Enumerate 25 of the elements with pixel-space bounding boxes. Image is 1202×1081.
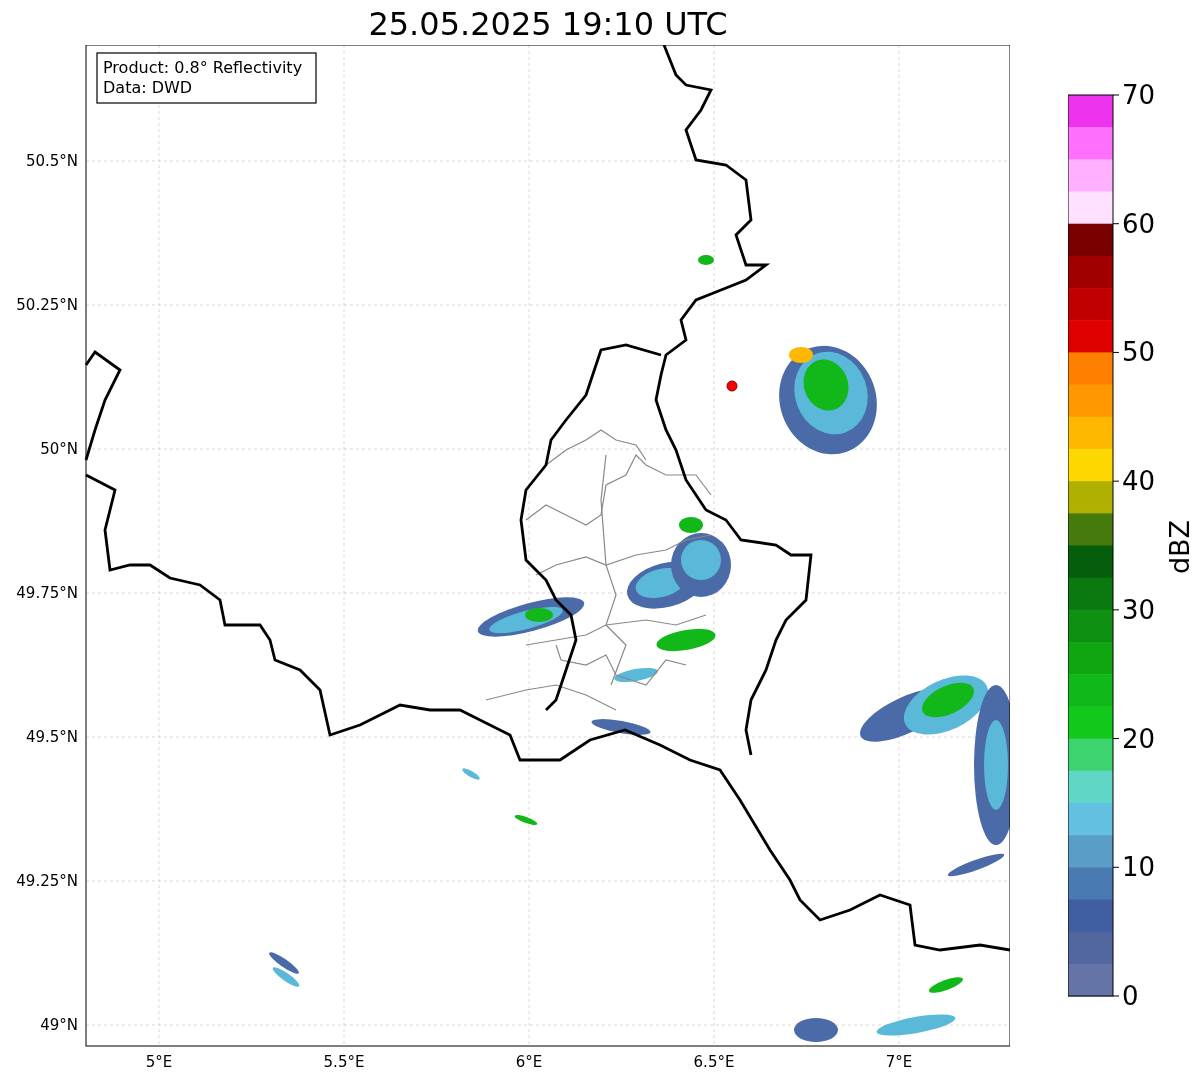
info-text: Data: DWD <box>103 78 193 97</box>
colorbar-tick-label: 40 <box>1122 466 1156 497</box>
colorbar-tick-label: 60 <box>1122 208 1156 239</box>
info-text: Product: 0.8° Reflectivity <box>103 58 303 77</box>
latitude-label: 50.25°N <box>16 296 78 314</box>
longitude-label: 5°E <box>145 1053 173 1071</box>
longitude-label: 6.5°E <box>693 1053 735 1071</box>
latitude-label: 49.75°N <box>16 584 78 602</box>
longitude-label: 6°E <box>515 1053 543 1071</box>
longitude-label: 7°E <box>885 1053 913 1071</box>
latitude-label: 49°N <box>40 1016 78 1034</box>
latitude-label: 49.25°N <box>16 872 78 890</box>
colorbar-label: dBZ <box>1164 519 1195 575</box>
location-marker <box>726 380 738 392</box>
colorbar-tick-label: 50 <box>1122 337 1156 368</box>
colorbar-tick-label: 10 <box>1122 852 1156 883</box>
plot-title: 25.05.2025 19:10 UTC <box>368 4 728 45</box>
colorbar-tick-label: 70 <box>1122 80 1156 110</box>
colorbar-tick-label: 20 <box>1122 723 1156 754</box>
latitude-label: 50°N <box>40 440 78 458</box>
latitude-label: 49.5°N <box>25 728 78 746</box>
colorbar-tick-label: 30 <box>1122 594 1156 625</box>
colorbar-tick-label: 0 <box>1122 981 1139 1011</box>
longitude-label: 5.5°E <box>323 1053 365 1071</box>
latitude-label: 50.5°N <box>25 152 78 170</box>
